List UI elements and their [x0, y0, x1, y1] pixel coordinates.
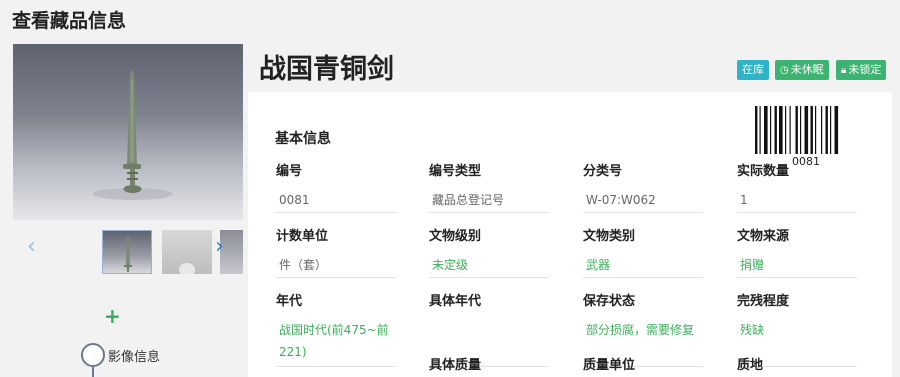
next-arrow-icon[interactable]: ›: [215, 236, 224, 258]
field-value: 战国时代(前475~前221): [276, 319, 396, 367]
field-label: 分类号: [583, 164, 623, 179]
field-label: 编号类型: [429, 164, 482, 179]
field-value: W-07:W062: [583, 189, 703, 213]
page-title: 查看藏品信息: [12, 10, 127, 32]
field-label: 编号: [276, 164, 303, 179]
field-value: 藏品总登记号: [429, 189, 549, 213]
field-relic-category: 文物类别 武器: [583, 228, 703, 278]
field-number: 编号 0081: [276, 163, 396, 213]
timeline-line: [92, 367, 94, 377]
field-value: 捐赠: [737, 254, 857, 278]
field-label: 文物来源: [737, 229, 790, 244]
field-label: 具体质量: [429, 358, 482, 373]
field-number-type: 编号类型 藏品总登记号: [429, 163, 549, 213]
field-label: 文物级别: [429, 229, 482, 244]
add-timeline-button[interactable]: +: [104, 306, 121, 326]
field-value: 件（套）: [276, 254, 396, 278]
thumbnail-strip: ‹ ›: [13, 228, 243, 274]
status-badge-not-dormant: ◷ 未休眠: [775, 60, 829, 80]
field-count-unit: 计数单位 件（套）: [276, 228, 396, 278]
clock-icon: ◷: [780, 65, 789, 76]
field-value: 1: [737, 189, 857, 213]
badge-label: 未休眠: [790, 63, 824, 76]
field-preservation: 保存状态 部分损腐，需要修复: [583, 293, 703, 367]
relic-title: 战国青铜剑: [259, 54, 394, 85]
field-specific-era: 具体年代: [429, 293, 549, 367]
field-completeness: 完残程度 残缺: [737, 293, 857, 367]
timeline-circle-icon: [81, 343, 105, 367]
field-value: 未定级: [429, 254, 549, 278]
field-relic-source: 文物来源 捐赠: [737, 228, 857, 278]
thumbnail-2[interactable]: [162, 230, 212, 274]
field-relic-level: 文物级别 未定级: [429, 228, 549, 278]
field-label: 年代: [276, 294, 303, 309]
lock-icon: 🔒︎: [841, 65, 847, 76]
thumbnail-1[interactable]: [102, 230, 152, 274]
section-title: 基本信息: [275, 131, 331, 147]
timeline-item-image-info[interactable]: 影像信息: [108, 346, 160, 365]
barcode-icon: [755, 106, 839, 154]
bronze-sword-image: [93, 70, 173, 200]
relic-thumbnail-icon: [179, 263, 195, 274]
sword-thumbnail-icon: [124, 237, 132, 272]
field-value: 武器: [583, 254, 703, 278]
field-label: 计数单位: [276, 229, 329, 244]
field-label: 实际数量: [737, 164, 790, 179]
prev-arrow-icon[interactable]: ‹: [27, 236, 36, 258]
field-value: 0081: [276, 189, 396, 213]
basic-info-panel: 基本信息 0081 编号 0081 编号类型 藏品总登记号 分类号 W-07:W…: [248, 92, 892, 377]
field-category-no: 分类号 W-07:W062: [583, 163, 703, 213]
relic-main-image[interactable]: [13, 44, 243, 220]
field-label: 文物类别: [583, 229, 636, 244]
field-label: 具体年代: [429, 294, 482, 309]
field-label: 质量单位: [583, 358, 636, 373]
field-mass-unit: 质量单位: [583, 357, 703, 375]
field-label: 完残程度: [737, 294, 790, 309]
status-badge-in-store: 在库: [737, 60, 769, 80]
field-era: 年代 战国时代(前475~前221): [276, 293, 396, 367]
field-label: 保存状态: [583, 294, 636, 309]
badge-label: 未锁定: [848, 63, 882, 76]
field-label: 质地: [737, 358, 764, 373]
field-specific-mass: 具体质量: [429, 357, 549, 375]
status-badge-not-locked: 🔒︎ 未锁定: [836, 60, 887, 80]
field-actual-qty: 实际数量 1: [737, 163, 857, 213]
field-material: 质地: [737, 357, 857, 375]
